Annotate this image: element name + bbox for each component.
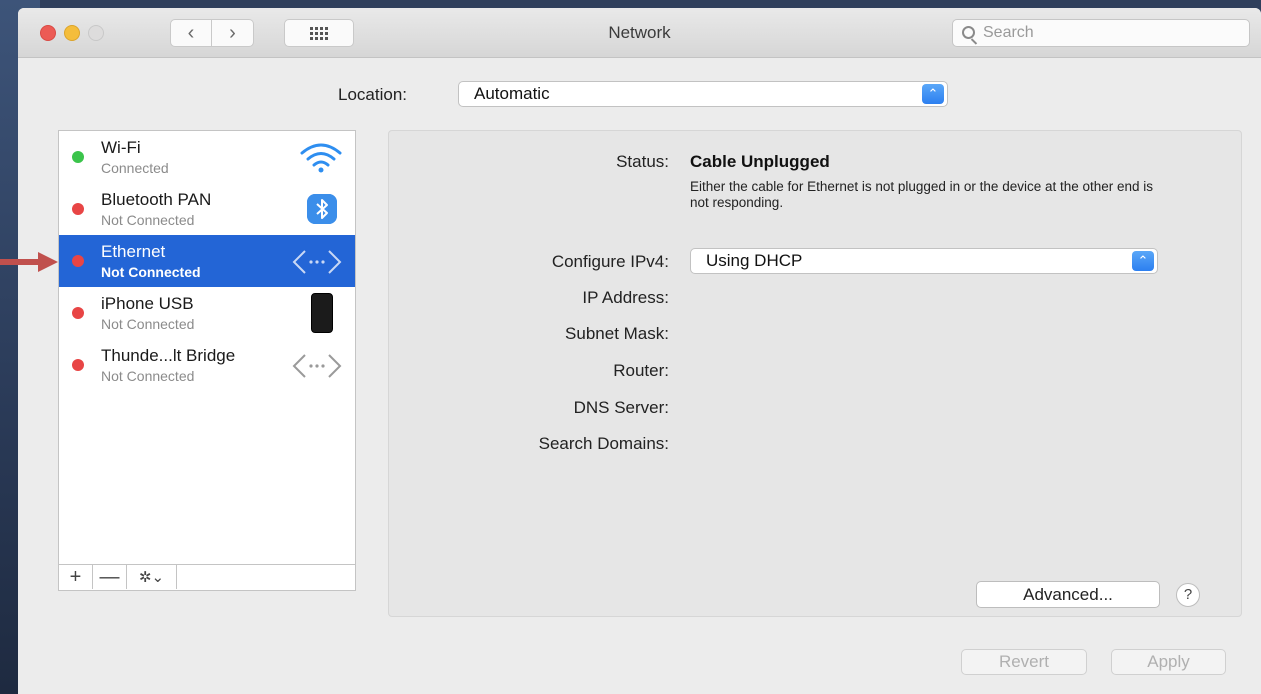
service-status: Not Connected [101, 368, 195, 384]
chevron-right-icon: › [229, 21, 236, 44]
status-description: Either the cable for Ethernet is not plu… [690, 179, 1154, 210]
dns-server-label: DNS Server: [573, 398, 669, 417]
bluetooth-icon [307, 194, 337, 224]
grid-icon [310, 26, 328, 40]
service-status: Not Connected [101, 212, 195, 228]
router-label: Router: [613, 361, 669, 380]
service-name: iPhone USB [101, 294, 194, 313]
gear-icon: ✲⌄ [138, 569, 165, 586]
ip-address-label: IP Address: [582, 288, 669, 307]
configure-ipv4-label: Configure IPv4: [551, 252, 669, 271]
service-item-wifi[interactable]: Wi-Fi Connected [59, 131, 355, 183]
add-service-button[interactable]: + [59, 565, 93, 589]
minimize-window-button[interactable] [64, 25, 80, 41]
advanced-button[interactable]: Advanced... [976, 581, 1160, 608]
gear-menu-button[interactable]: ✲⌄ [127, 565, 177, 589]
help-button[interactable]: ? [1176, 583, 1200, 607]
service-item-iphone-usb[interactable]: iPhone USB Not Connected [59, 287, 355, 339]
revert-button[interactable]: Revert [961, 649, 1087, 675]
service-name: Wi-Fi [101, 138, 141, 157]
network-services-list: Wi-Fi Connected Bluetooth PAN Not Connec… [58, 130, 356, 591]
search-icon [962, 26, 975, 39]
sidebar-toolbar: + — ✲⌄ [59, 564, 355, 590]
status-dot-red [72, 307, 84, 319]
location-value: Automatic [474, 84, 550, 103]
back-button[interactable]: ‹ [170, 19, 212, 47]
network-preferences-window: ‹ › Network Search Location: Automatic ⌃… [18, 8, 1261, 694]
service-status: Not Connected [101, 264, 201, 280]
status-label: Status: [616, 152, 669, 171]
ethernet-arrows-icon [292, 250, 342, 274]
service-status: Connected [101, 160, 169, 176]
zoom-window-button[interactable] [88, 25, 104, 41]
configure-ipv4-value: Using DHCP [706, 251, 803, 270]
remove-service-button[interactable]: — [93, 565, 127, 589]
status-value: Cable Unplugged [690, 152, 830, 171]
location-label: Location: [338, 85, 407, 104]
status-dot-red [72, 203, 84, 215]
status-dot-red [72, 359, 84, 371]
service-item-thunderbolt-bridge[interactable]: Thunde...lt Bridge Not Connected [59, 339, 355, 391]
chevron-left-icon: ‹ [187, 21, 195, 44]
apply-button[interactable]: Apply [1111, 649, 1226, 675]
details-panel: Status: Cable Unplugged Either the cable… [388, 130, 1242, 617]
service-item-bluetooth-pan[interactable]: Bluetooth PAN Not Connected [59, 183, 355, 235]
subnet-mask-label: Subnet Mask: [565, 324, 669, 343]
iphone-icon [311, 293, 333, 333]
status-dot-green [72, 151, 84, 163]
search-domains-label: Search Domains: [538, 434, 669, 453]
search-placeholder: Search [983, 24, 1034, 41]
status-dot-red [72, 255, 84, 267]
service-status: Not Connected [101, 316, 195, 332]
location-select[interactable]: Automatic ⌃ [458, 81, 948, 107]
close-window-button[interactable] [40, 25, 56, 41]
service-name: Bluetooth PAN [101, 190, 212, 209]
service-name: Ethernet [101, 242, 166, 261]
search-field[interactable]: Search [952, 19, 1250, 47]
service-item-ethernet[interactable]: Ethernet Not Connected [59, 235, 355, 287]
chevron-updown-icon: ⌃ [922, 84, 944, 104]
service-name: Thunde...lt Bridge [101, 346, 236, 365]
wifi-icon [300, 143, 342, 173]
titlebar: ‹ › Network Search [18, 8, 1261, 58]
show-all-button[interactable] [284, 19, 354, 47]
thunderbolt-arrows-icon [292, 354, 342, 378]
configure-ipv4-select[interactable]: Using DHCP ⌃ [690, 248, 1158, 274]
chevron-updown-icon: ⌃ [1132, 251, 1154, 271]
annotation-arrow-icon [0, 252, 58, 272]
forward-button[interactable]: › [212, 19, 254, 47]
